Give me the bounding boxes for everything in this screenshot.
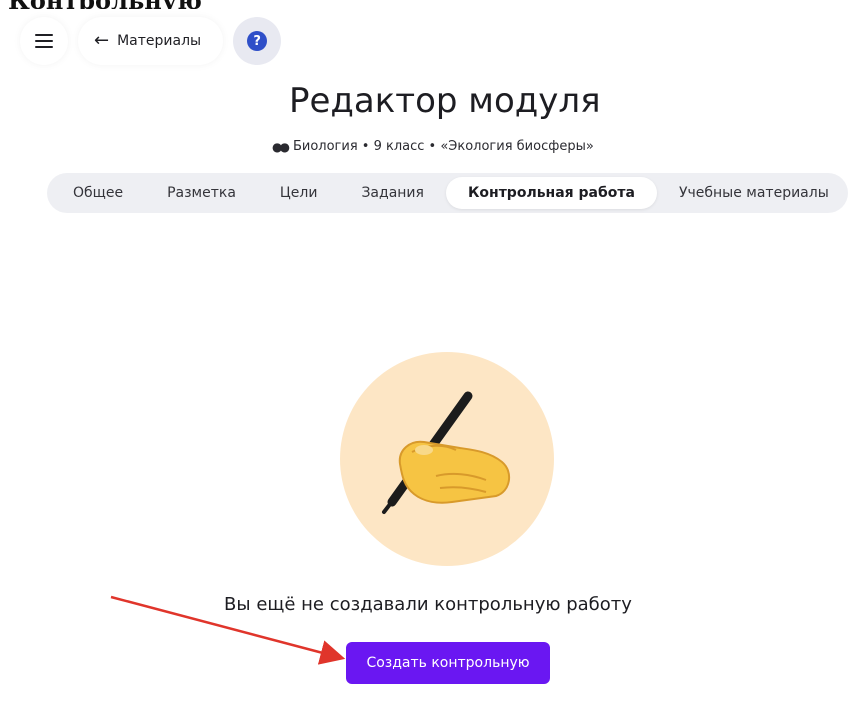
module-editor: ← Материалы ? Редактор модуля ●● Биологи…	[8, 9, 848, 702]
red-arrow-annotation	[110, 595, 346, 665]
screenshot: Контрольную ← Материалы ? Редактор модул…	[0, 0, 848, 702]
